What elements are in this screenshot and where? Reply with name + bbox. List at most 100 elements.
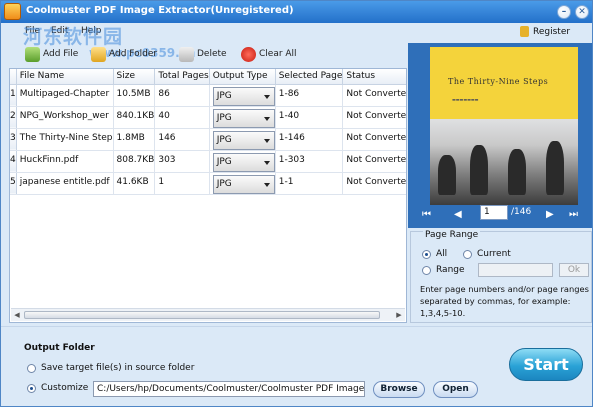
- clear-all-label: Clear All: [259, 49, 297, 59]
- output-type-select[interactable]: JPG: [212, 86, 275, 105]
- output-type-select[interactable]: JPG: [212, 108, 275, 127]
- output-type-cell: JPG: [209, 172, 276, 195]
- file-name-cell: HuckFinn.pdf: [16, 150, 114, 173]
- add-file-icon: [25, 46, 40, 62]
- start-button[interactable]: Start: [509, 348, 583, 381]
- pages-cell: 146: [154, 128, 210, 151]
- column-header[interactable]: Size: [113, 69, 156, 85]
- scrollbar-thumb[interactable]: [24, 311, 380, 319]
- output-type-cell: JPG: [209, 128, 276, 151]
- table-row[interactable]: 2 NPG_Workshop_wer 840.1KB 40 JPG 1-40 N…: [10, 106, 406, 129]
- add-folder-button[interactable]: Add Folder: [91, 46, 157, 62]
- range-radio[interactable]: [422, 266, 431, 275]
- file-name-cell: The Thirty-Nine Step: [16, 128, 114, 151]
- register-label: Register: [533, 26, 571, 37]
- column-header[interactable]: Output Type: [209, 69, 276, 85]
- delete-icon: [179, 46, 194, 62]
- status-cell: Not Converted: [342, 150, 406, 173]
- selected-page-cell: 1-303: [275, 150, 344, 173]
- page-preview-image: The Thirty-Nine Steps ▬▬▬▬▬▬▬: [430, 47, 578, 205]
- ok-button[interactable]: Ok: [559, 263, 589, 277]
- app-window: Coolmuster PDF Image Extractor(Unregiste…: [0, 0, 593, 407]
- size-cell: 808.7KB: [113, 150, 156, 173]
- scroll-left-icon[interactable]: ◀: [12, 311, 22, 320]
- dropdown-arrow-icon: [263, 116, 270, 121]
- table-header: File Name Size Total Pages Output Type S…: [10, 69, 406, 85]
- page-navigation: ⏮ ◀ 1 /146 ▶ ⏭: [408, 203, 592, 225]
- page-number-input[interactable]: 1: [480, 205, 508, 220]
- add-folder-icon: [91, 46, 106, 62]
- add-folder-label: Add Folder: [109, 49, 158, 59]
- close-button[interactable]: ✕: [575, 5, 589, 19]
- size-cell: 840.1KB: [113, 106, 156, 129]
- table-row[interactable]: 3 The Thirty-Nine Step 1.8MB 146 JPG 1-1…: [10, 128, 406, 151]
- output-type-select[interactable]: JPG: [212, 152, 275, 171]
- status-cell: Not Converted: [342, 128, 406, 151]
- output-type-value: JPG: [216, 156, 232, 167]
- open-button[interactable]: Open: [433, 381, 478, 398]
- minimize-button[interactable]: –: [557, 5, 571, 19]
- selected-page-cell: 1-86: [275, 84, 344, 107]
- page-range-title: Page Range: [423, 230, 481, 240]
- output-type-select[interactable]: JPG: [212, 174, 275, 193]
- size-cell: 10.5MB: [113, 84, 156, 107]
- current-label: Current: [477, 249, 511, 259]
- horizontal-scrollbar[interactable]: ◀ ▶: [11, 308, 405, 321]
- first-page-icon[interactable]: ⏮: [422, 209, 431, 220]
- output-type-value: JPG: [216, 90, 232, 101]
- clear-all-icon: [241, 46, 256, 62]
- register-button[interactable]: Register: [520, 26, 570, 37]
- current-radio[interactable]: [463, 250, 472, 259]
- column-header[interactable]: Total Pages: [154, 69, 210, 85]
- output-type-cell: JPG: [209, 106, 276, 129]
- output-path-input[interactable]: C:/Users/hp/Documents/Coolmuster/Coolmus…: [93, 381, 365, 397]
- prev-page-icon[interactable]: ◀: [454, 209, 462, 220]
- delete-button[interactable]: Delete: [179, 46, 227, 62]
- output-type-value: JPG: [216, 112, 232, 123]
- status-cell: Not Converted: [342, 84, 406, 107]
- range-label: Range: [436, 265, 465, 275]
- dropdown-arrow-icon: [263, 94, 270, 99]
- pages-cell: 303: [154, 150, 210, 173]
- add-file-button[interactable]: Add File: [25, 46, 78, 62]
- preview-author: ▬▬▬▬▬▬▬: [452, 97, 479, 102]
- size-cell: 41.6KB: [113, 172, 156, 195]
- source-folder-label: Save target file(s) in source folder: [41, 363, 195, 373]
- table-row[interactable]: 1 Multipaged-Chapter 10.5MB 86 JPG 1-86 …: [10, 84, 406, 107]
- dropdown-arrow-icon: [263, 160, 270, 165]
- preview-book-title: The Thirty-Nine Steps: [448, 77, 549, 86]
- range-hint: Enter page numbers and/or page ranges se…: [420, 284, 589, 318]
- file-name-cell: japanese entitle.pdf: [16, 172, 114, 195]
- column-header[interactable]: File Name: [16, 69, 114, 85]
- output-type-value: JPG: [216, 178, 232, 189]
- pages-cell: 40: [154, 106, 210, 129]
- file-name-cell: NPG_Workshop_wer: [16, 106, 114, 129]
- app-logo-icon: [4, 3, 21, 20]
- browse-button[interactable]: Browse: [373, 381, 425, 398]
- dropdown-arrow-icon: [263, 138, 270, 143]
- table-row[interactable]: 4 HuckFinn.pdf 808.7KB 303 JPG 1-303 Not…: [10, 150, 406, 173]
- clear-all-button[interactable]: Clear All: [241, 46, 297, 62]
- window-title: Coolmuster PDF Image Extractor(Unregiste…: [26, 5, 294, 16]
- selected-page-cell: 1-146: [275, 128, 344, 151]
- output-type-select[interactable]: JPG: [212, 130, 275, 149]
- range-input[interactable]: [478, 263, 553, 277]
- preview-photo: [430, 119, 578, 205]
- source-folder-radio[interactable]: [27, 364, 36, 373]
- table-row[interactable]: 5 japanese entitle.pdf 41.6KB 1 JPG 1-1 …: [10, 172, 406, 195]
- delete-label: Delete: [197, 49, 227, 59]
- customize-label: Customize: [41, 383, 89, 393]
- file-name-cell: Multipaged-Chapter: [16, 84, 114, 107]
- column-header[interactable]: Status: [342, 69, 406, 85]
- column-header[interactable]: Selected Page: [275, 69, 344, 85]
- scroll-right-icon[interactable]: ▶: [394, 311, 404, 320]
- add-file-label: Add File: [43, 49, 79, 59]
- last-page-icon[interactable]: ⏭: [569, 209, 578, 220]
- key-icon: [520, 26, 529, 37]
- page-range-group: Page Range All Current Range Ok Enter pa…: [410, 230, 592, 323]
- all-label: All: [436, 249, 448, 259]
- all-radio[interactable]: [422, 250, 431, 259]
- customize-radio[interactable]: [27, 384, 36, 393]
- next-page-icon[interactable]: ▶: [546, 209, 554, 220]
- preview-panel: The Thirty-Nine Steps ▬▬▬▬▬▬▬ ⏮ ◀ 1 /146…: [408, 43, 592, 228]
